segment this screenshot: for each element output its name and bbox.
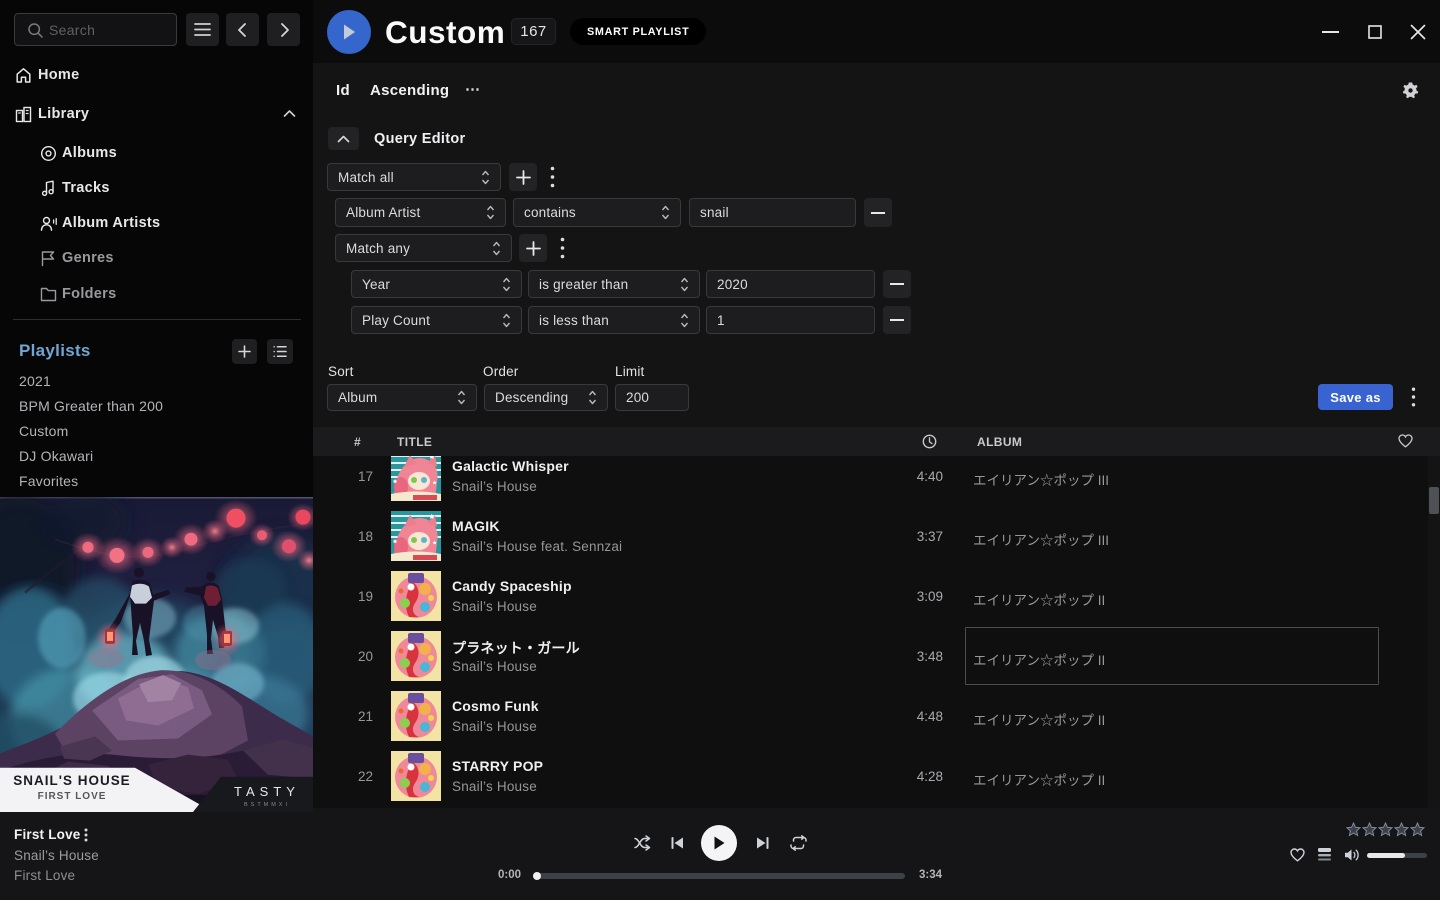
svg-text:BSTMMXI: BSTMMXI — [244, 802, 290, 808]
svg-text:SNAIL'S HOUSE: SNAIL'S HOUSE — [13, 773, 130, 788]
svg-text:FIRST LOVE: FIRST LOVE — [38, 791, 107, 802]
svg-text:TASTY: TASTY — [234, 784, 300, 799]
